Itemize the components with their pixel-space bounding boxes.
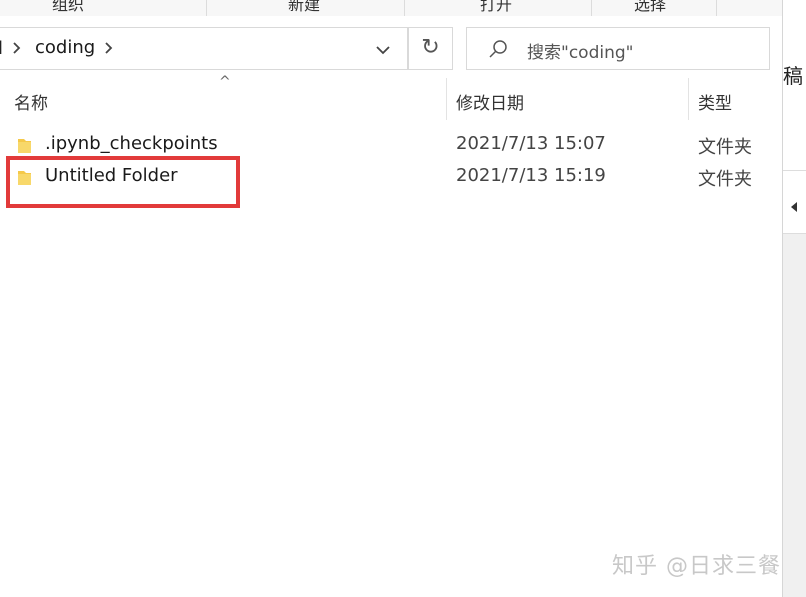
ribbon-group-select[interactable]: 选择	[600, 0, 700, 16]
column-headers: ^ 名称 修改日期 类型	[0, 74, 782, 120]
right-pane-edge: 稿	[782, 0, 806, 597]
file-type: 文件夹	[698, 137, 752, 158]
address-bar[interactable]: l coding	[0, 27, 408, 70]
refresh-icon: ↻	[421, 35, 440, 60]
file-explorer-window: 组织 新建 打开 选择 l coding ↻ 搜索"coding" ^ 名称 修…	[0, 0, 806, 597]
breadcrumb-chevron-icon[interactable]	[12, 38, 22, 62]
address-toolbar: l coding ↻ 搜索"coding"	[0, 16, 782, 78]
file-name[interactable]: .ipynb_checkpoints	[45, 133, 218, 154]
breadcrumb-parent[interactable]: l	[0, 38, 3, 59]
ribbon-group-organize[interactable]: 组织	[18, 0, 118, 16]
ribbon-group-new[interactable]: 新建	[254, 0, 354, 16]
file-date: 2021/7/13 15:07	[456, 133, 606, 154]
column-divider[interactable]	[688, 78, 689, 120]
search-placeholder: 搜索"coding"	[527, 43, 634, 63]
ribbon-divider	[591, 0, 592, 16]
search-input[interactable]: 搜索"coding"	[466, 27, 770, 70]
column-header-type[interactable]: 类型	[698, 89, 732, 114]
ribbon-group-open[interactable]: 打开	[446, 0, 546, 16]
chevron-down-icon[interactable]	[370, 37, 396, 61]
breadcrumb-current[interactable]: coding	[35, 37, 95, 58]
search-icon	[487, 38, 509, 60]
column-header-name[interactable]: 名称	[14, 89, 48, 114]
right-pane-label: 稿	[783, 64, 803, 88]
file-date: 2021/7/13 15:19	[456, 165, 606, 186]
collapse-arrow-icon[interactable]	[791, 202, 797, 212]
right-pane-top: 稿	[783, 0, 806, 170]
ribbon-divider	[404, 0, 405, 16]
ribbon-divider	[206, 0, 207, 16]
folder-icon	[15, 136, 37, 154]
ribbon-divider	[716, 0, 717, 16]
red-annotation-box	[6, 156, 240, 208]
ribbon-bar: 组织 新建 打开 选择	[0, 0, 782, 16]
breadcrumb-chevron-icon[interactable]	[104, 38, 114, 62]
file-type: 文件夹	[698, 169, 752, 190]
column-header-date[interactable]: 修改日期	[456, 89, 524, 114]
sort-ascending-icon: ^	[219, 74, 231, 90]
refresh-button[interactable]: ↻	[408, 27, 453, 70]
watermark: 知乎 @日求三餐	[612, 554, 781, 579]
column-divider[interactable]	[446, 78, 447, 120]
